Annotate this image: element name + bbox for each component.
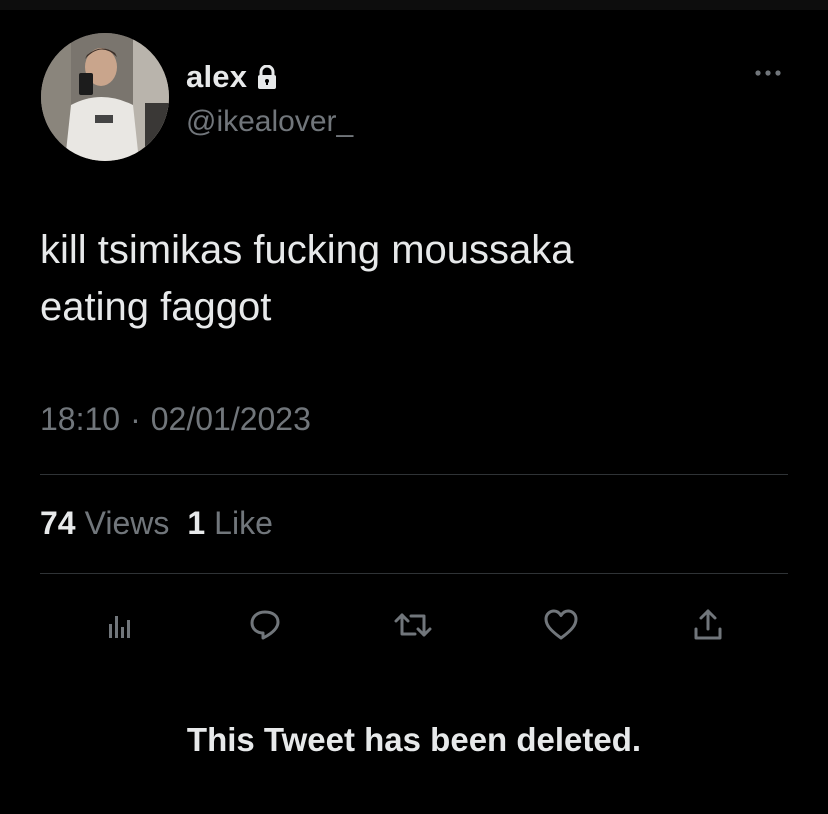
analytics-button[interactable] [94, 600, 144, 650]
likes-count: 1 [187, 505, 206, 541]
user-handle[interactable]: @ikealover_ [186, 105, 353, 139]
avatar-photo-icon [41, 33, 169, 161]
name-row: alex [186, 57, 278, 97]
tweet-text-line-2: eating faggot [40, 285, 272, 329]
more-options-icon[interactable] [746, 63, 790, 83]
divider-top [40, 474, 788, 475]
like-button[interactable] [536, 600, 586, 650]
tweet-card: alex @ikealover_ kill tsimikas fucking m… [0, 0, 828, 814]
share-button[interactable] [683, 600, 733, 650]
tweet-stats: 74 Views 1 Like [40, 505, 273, 542]
tweet-text-line-1: kill tsimikas fucking moussaka [40, 228, 574, 272]
speech-bubble-icon [250, 610, 280, 640]
action-bar [0, 600, 828, 650]
tweet-date: 02/01/2023 [150, 401, 311, 437]
retweet-icon [394, 613, 432, 637]
avatar[interactable] [41, 33, 169, 161]
likes-stat[interactable]: 1 Like [187, 505, 273, 542]
display-name[interactable]: alex [186, 59, 247, 95]
tweet-time: 18:10 [40, 401, 121, 437]
lock-icon [256, 64, 278, 90]
share-icon [694, 609, 722, 640]
deleted-notice: This Tweet has been deleted. [186, 721, 642, 758]
reply-button[interactable] [240, 600, 290, 650]
timestamp-separator: · [130, 401, 141, 437]
tweet-timestamp[interactable]: 18:10 · 02/01/2023 [40, 401, 311, 438]
likes-label: Like [214, 505, 273, 541]
views-label: Views [84, 505, 170, 541]
bar-chart-icon [109, 616, 130, 638]
heart-icon [544, 609, 578, 640]
tweet-text: kill tsimikas fucking moussaka eating fa… [40, 222, 800, 336]
retweet-button[interactable] [388, 600, 438, 650]
divider-bottom [40, 573, 788, 574]
views-count: 74 [40, 505, 76, 541]
